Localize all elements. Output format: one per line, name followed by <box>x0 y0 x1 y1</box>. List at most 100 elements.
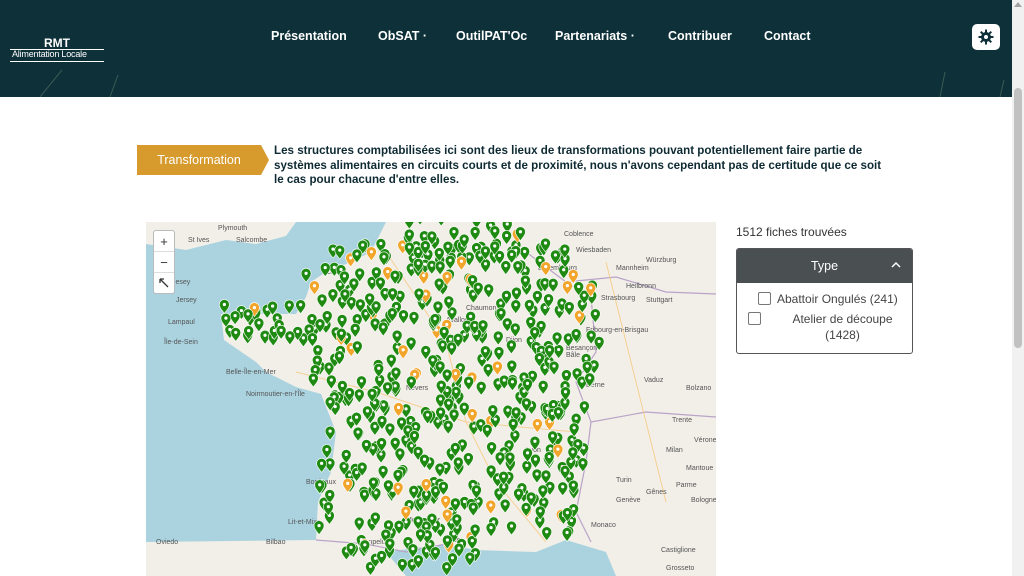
map-marker-dot <box>310 316 314 321</box>
zoom-in-button[interactable]: + <box>154 231 174 252</box>
abattoir-checkbox[interactable] <box>758 292 771 305</box>
map-marker-dot <box>398 293 402 297</box>
map-marker-dot <box>222 302 226 307</box>
nav-outilpatoc[interactable]: OutilPAT'Oc <box>456 29 527 43</box>
map-marker-green[interactable] <box>464 551 476 567</box>
nav-contribuer[interactable]: Contribuer <box>668 29 732 43</box>
map-marker-green[interactable] <box>283 299 295 315</box>
map-marker-dot <box>462 405 466 409</box>
map-marker-dot <box>478 253 482 257</box>
map-marker-dot <box>533 330 537 334</box>
map-canvas[interactable]: PlymouthSt IvesSalcombeGuerneseyJerseyLa… <box>146 222 716 576</box>
map-marker-green[interactable] <box>316 458 327 473</box>
map-marker-dot <box>589 333 593 337</box>
map-marker-dot <box>257 321 261 325</box>
map-marker-green[interactable] <box>300 268 312 283</box>
map-marker-dot <box>472 424 476 428</box>
map-marker-dot <box>365 409 370 413</box>
page-scrollbar[interactable] <box>1012 0 1024 576</box>
map-marker-dot <box>577 313 582 317</box>
map-marker-dot <box>410 562 414 566</box>
map-marker-dot <box>498 455 502 459</box>
map-marker-dot <box>565 284 569 288</box>
map-marker-dot <box>444 498 448 502</box>
map-marker-dot <box>524 505 528 510</box>
settings-button[interactable] <box>972 24 1000 50</box>
map-marker-dot <box>338 282 342 287</box>
map-marker-dot <box>349 545 353 549</box>
nav-obsat[interactable]: ObSAT · <box>378 29 427 43</box>
map-marker-dot <box>529 495 533 499</box>
map-marker-green[interactable] <box>219 299 230 314</box>
map-marker-dot <box>468 555 472 559</box>
map-label: Castiglione <box>661 547 696 554</box>
type-filter-header[interactable]: Type <box>737 249 912 283</box>
map-marker-dot <box>509 524 514 528</box>
map-marker-dot <box>327 365 331 369</box>
map-marker-dot <box>386 523 391 527</box>
map-marker-dot <box>448 337 453 341</box>
map-marker-dot <box>473 527 477 531</box>
map-marker-dot <box>569 459 573 464</box>
site-logo[interactable]: RMT Alimentation Locale <box>10 36 104 64</box>
map-marker-green[interactable] <box>324 425 336 441</box>
scroll-thumb[interactable] <box>1014 88 1022 348</box>
map-marker-dot <box>424 348 428 353</box>
map-label: Stuttgart <box>646 297 673 304</box>
map-marker-green[interactable] <box>321 444 333 459</box>
reset-view-button[interactable] <box>154 273 174 293</box>
map-marker-dot <box>407 245 411 249</box>
map-marker-dot <box>326 505 330 509</box>
map-marker-dot <box>496 381 500 385</box>
gear-icon <box>978 29 994 45</box>
map-marker-dot <box>360 465 364 469</box>
map-marker-dot <box>370 391 374 395</box>
map-marker-dot <box>318 322 322 326</box>
map-marker-green[interactable] <box>334 244 346 260</box>
map-marker-dot <box>438 466 442 470</box>
map-marker-dot <box>467 379 471 383</box>
map-marker-dot <box>473 551 477 555</box>
map-marker-dot <box>342 464 346 468</box>
map-marker-dot <box>431 358 435 362</box>
map-marker-dot <box>546 297 551 301</box>
map-marker-dot <box>473 229 477 234</box>
map-marker-dot <box>416 449 420 453</box>
map-marker-dot <box>543 305 547 310</box>
map-label: Besançon <box>566 345 597 352</box>
map-marker-dot <box>510 380 515 384</box>
nav-presentation[interactable]: Présentation <box>271 29 347 43</box>
map-marker-dot <box>287 303 291 307</box>
map-marker-dot <box>374 270 378 274</box>
map-marker-dot <box>339 331 343 335</box>
map-marker-dot <box>307 327 311 331</box>
scroll-up-arrow-icon[interactable] <box>1014 2 1022 7</box>
map-marker-dot <box>556 447 560 451</box>
map-marker-dot <box>388 426 392 430</box>
map-marker-dot <box>343 292 347 296</box>
map-marker-dot <box>379 241 383 246</box>
map-marker-dot <box>571 483 575 487</box>
nav-partenariats[interactable]: Partenariats · <box>555 29 635 43</box>
map-marker-dot <box>565 511 569 515</box>
map-marker-dot <box>553 253 558 257</box>
nav-contact[interactable]: Contact <box>764 29 811 43</box>
map-marker-dot <box>328 492 332 497</box>
map-marker-dot <box>445 322 449 327</box>
map-marker-dot <box>355 470 359 475</box>
map-marker-dot <box>483 249 488 253</box>
map-label: Turin <box>616 477 632 484</box>
map-marker-dot <box>574 416 578 420</box>
map-marker-dot <box>401 313 406 317</box>
zoom-out-button[interactable]: − <box>154 252 174 273</box>
map-label: Würzburg <box>646 257 676 264</box>
map-marker-dot <box>416 558 420 562</box>
map-marker-dot <box>535 472 539 476</box>
map-label: Salcombe <box>236 237 267 244</box>
map-marker-dot <box>344 452 348 457</box>
map-marker-dot <box>453 371 458 376</box>
map-view[interactable]: PlymouthSt IvesSalcombeGuerneseyJerseyLa… <box>146 222 716 576</box>
map-marker-dot <box>552 364 556 368</box>
atelier-checkbox[interactable] <box>748 312 761 325</box>
atelier-count: (1428) <box>825 328 860 342</box>
